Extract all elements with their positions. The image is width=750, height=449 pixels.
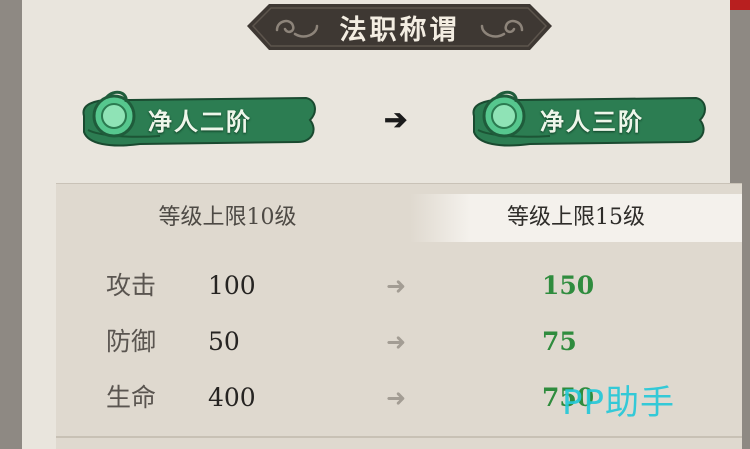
arrow-right-icon: ➜ [386,384,407,412]
arrow-right-icon: ➜ [386,328,407,356]
level-cap-next: 等级上限15级 [410,194,742,242]
stat-row-attack: 攻击 100 ➜ 150 [56,266,742,306]
stat-name: 攻击 [106,271,157,300]
title-plate: 法职称谓 [247,0,552,58]
stat-name: 防御 [106,327,157,356]
stat-next-value: 75 [542,327,577,356]
level-cap-current: 等级上限10级 [158,205,297,230]
divider [56,436,742,438]
stat-current-value: 100 [208,271,256,300]
stat-current-value: 50 [208,327,240,356]
stat-current-value: 400 [208,383,256,412]
stat-next-value: 150 [542,271,595,300]
stat-name: 生命 [106,383,157,412]
rank-badge-next: 净人三阶 [460,86,710,156]
arrow-right-icon: ➜ [386,272,407,300]
watermark: PP助手 [562,383,676,423]
rank-arrow-icon: ➔ [384,103,408,136]
rank-label-next: 净人三阶 [540,107,644,136]
panel-title: 法职称谓 [339,15,460,46]
stat-row-defense: 防御 50 ➜ 75 [56,322,742,362]
rank-label-current: 净人二阶 [148,107,252,136]
rank-badge-current: 净人二阶 [70,86,320,156]
window-frame-left [0,0,22,449]
level-cap-row: 等级上限10级 等级上限15级 [56,194,742,242]
corner-accent [730,0,750,10]
